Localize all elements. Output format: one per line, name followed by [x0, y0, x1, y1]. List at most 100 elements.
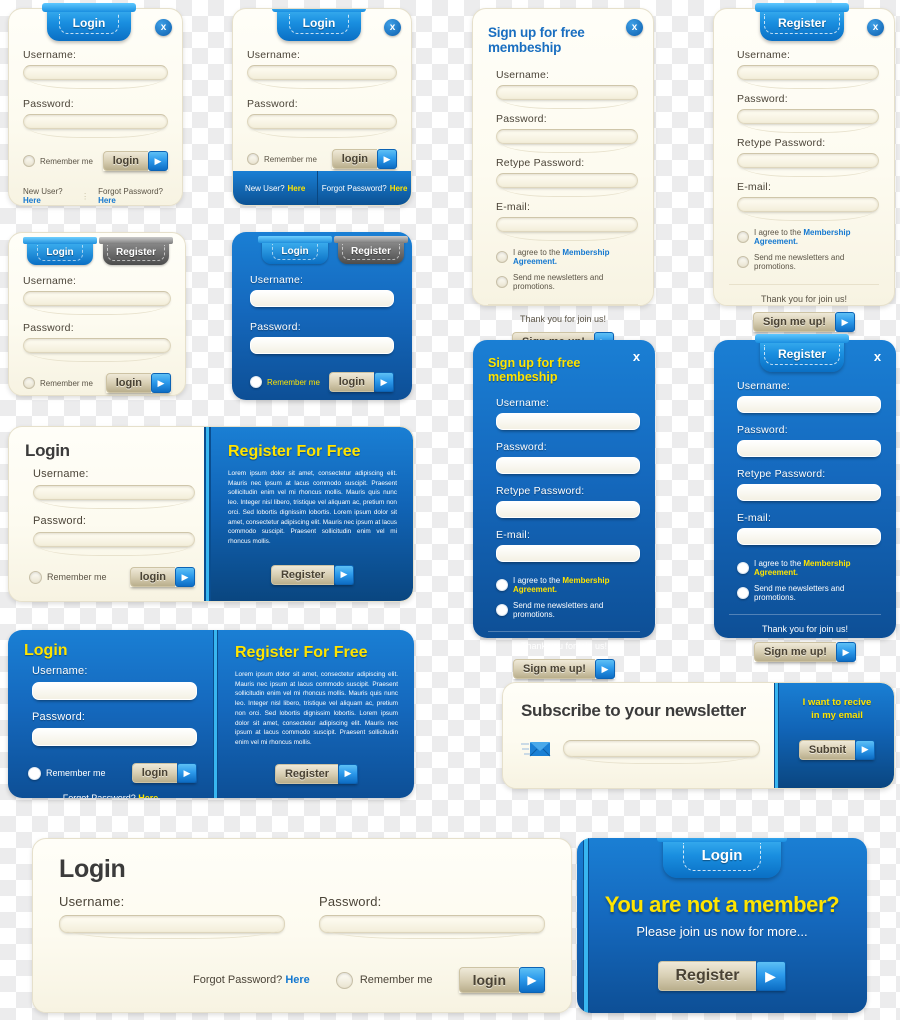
panel-signup-cream-tab: Register x Username: Password: Retype Pa… [713, 3, 895, 332]
forgot-password-link[interactable]: Forgot Password? Here [98, 187, 168, 205]
login-button[interactable]: login ▶ [331, 149, 397, 169]
agree-terms-radio[interactable] [496, 579, 508, 591]
remember-me-label: Remember me [40, 378, 93, 388]
signup-button[interactable]: Sign me up! ▶ [513, 659, 615, 679]
remember-me-radio[interactable] [23, 377, 35, 389]
username-input[interactable] [247, 65, 397, 80]
register-button-label: Register [270, 564, 335, 585]
password-input[interactable] [23, 338, 171, 353]
login-button-label: login [105, 373, 151, 393]
tab-badge-register[interactable]: Register [755, 3, 849, 41]
tab-badge-register[interactable]: Register [755, 334, 849, 372]
signup-button[interactable]: Sign me up! ▶ [754, 642, 856, 662]
tab-badge-login[interactable]: Login [272, 9, 366, 41]
email-input[interactable] [496, 545, 640, 562]
password-input[interactable] [496, 129, 638, 144]
newsletter-opt-radio[interactable] [496, 604, 508, 616]
password-input[interactable] [32, 728, 197, 746]
forgot-password-link[interactable]: Forgot Password? Here [25, 601, 195, 602]
tab-register[interactable]: Register [99, 237, 173, 265]
remember-me-radio[interactable] [23, 155, 35, 167]
forgot-password-link[interactable]: Forgot Password? Here [24, 793, 197, 798]
agree-terms-radio[interactable] [737, 231, 749, 243]
close-icon[interactable]: x [155, 19, 172, 36]
register-button[interactable]: Register ▶ [270, 564, 355, 585]
username-input[interactable] [59, 915, 285, 933]
login-button[interactable]: login ▶ [129, 567, 195, 587]
register-button[interactable]: Register ▶ [658, 961, 786, 991]
login-button[interactable]: login ▶ [105, 373, 171, 393]
login-button[interactable]: login ▶ [102, 151, 168, 171]
forgot-password-button[interactable]: Forgot Password? Here [318, 171, 411, 205]
username-label: Username: [737, 49, 791, 61]
new-user-link[interactable]: New User? Here [23, 187, 72, 205]
newsletter-opt-radio[interactable] [737, 587, 749, 599]
agree-terms-radio[interactable] [737, 562, 749, 574]
not-member-headline: You are not a member? [604, 892, 840, 917]
arrow-icon: ▶ [519, 967, 545, 993]
tab-badge-label: Register [763, 345, 841, 365]
retype-password-input[interactable] [737, 484, 881, 501]
password-input[interactable] [496, 457, 640, 474]
password-input[interactable] [737, 109, 879, 124]
remember-me-label: Remember me [267, 377, 320, 387]
password-input[interactable] [319, 915, 545, 933]
register-button[interactable]: Register ▶ [274, 763, 359, 784]
username-input[interactable] [496, 85, 638, 100]
username-input[interactable] [32, 682, 197, 700]
login-button-label: login [102, 151, 148, 171]
accent-rule [774, 683, 779, 788]
submit-button[interactable]: Submit ▶ [798, 739, 876, 760]
email-input[interactable] [563, 739, 760, 757]
remember-me-radio[interactable] [250, 376, 262, 388]
close-icon[interactable]: x [628, 348, 645, 365]
tab-login[interactable]: Login [258, 236, 332, 264]
login-button[interactable]: login ▶ [458, 967, 545, 993]
arrow-icon: ▶ [855, 739, 876, 760]
tab-badge-login[interactable]: Login [657, 838, 787, 878]
email-input[interactable] [496, 217, 638, 232]
newsletter-opt-radio[interactable] [496, 276, 508, 288]
thanks-text: Thank you for join us! [520, 641, 608, 651]
signup-button[interactable]: Sign me up! ▶ [753, 312, 855, 332]
arrow-icon: ▶ [175, 567, 195, 587]
tab-badge-login[interactable]: Login [42, 3, 136, 41]
password-input[interactable] [23, 114, 168, 129]
remember-me-radio[interactable] [28, 766, 41, 780]
login-button[interactable]: login ▶ [328, 372, 394, 392]
password-input[interactable] [247, 114, 397, 129]
arrow-icon: ▶ [834, 312, 855, 332]
remember-me-radio[interactable] [335, 971, 353, 989]
password-input[interactable] [250, 337, 394, 354]
close-icon[interactable]: x [869, 348, 886, 365]
password-input[interactable] [33, 532, 195, 547]
newsletter-opt-radio[interactable] [737, 256, 749, 268]
email-input[interactable] [737, 528, 881, 545]
password-input[interactable] [737, 440, 881, 457]
username-input[interactable] [23, 291, 171, 306]
username-input[interactable] [250, 290, 394, 307]
username-input[interactable] [737, 396, 881, 413]
newsletter-opt-label: Send me newsletters and promotions. [754, 253, 845, 271]
username-input[interactable] [496, 413, 640, 430]
close-icon[interactable]: x [867, 19, 884, 36]
username-input[interactable] [33, 485, 195, 500]
forgot-password-link[interactable]: Forgot Password? Here [193, 974, 310, 986]
retype-password-input[interactable] [496, 173, 638, 188]
retype-password-input[interactable] [737, 153, 879, 168]
username-input[interactable] [23, 65, 168, 80]
close-icon[interactable]: x [384, 19, 401, 36]
tab-register[interactable]: Register [334, 236, 408, 264]
new-user-button[interactable]: New User? Here [233, 171, 319, 205]
email-input[interactable] [737, 197, 879, 212]
login-button[interactable]: login ▶ [131, 763, 197, 783]
close-icon[interactable]: x [626, 19, 643, 36]
remember-me-radio[interactable] [247, 153, 259, 165]
tab-login[interactable]: Login [23, 237, 97, 265]
remember-me-radio[interactable] [29, 570, 42, 584]
login-title: Login [25, 441, 70, 460]
username-input[interactable] [737, 65, 879, 80]
retype-password-input[interactable] [496, 501, 640, 518]
agree-terms-radio[interactable] [496, 251, 508, 263]
password-label: Password: [23, 322, 74, 334]
